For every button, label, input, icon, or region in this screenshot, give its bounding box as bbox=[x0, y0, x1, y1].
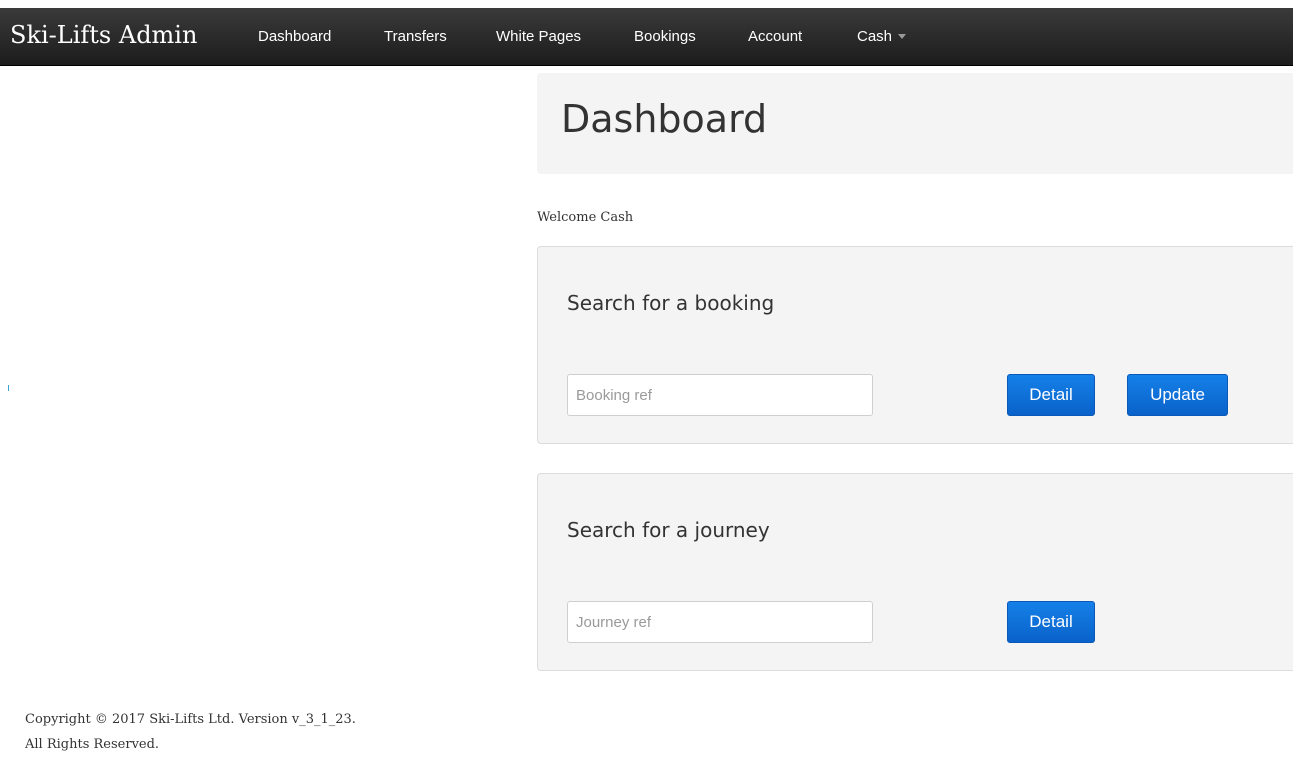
user-menu-dropdown[interactable]: Cash bbox=[857, 28, 907, 45]
page-footer: Copyright © 2017 Ski-Lifts Ltd. Version … bbox=[25, 707, 356, 757]
nav-item-dashboard[interactable]: Dashboard bbox=[258, 28, 331, 45]
booking-search-panel: Search for a booking Detail Update bbox=[537, 246, 1293, 444]
booking-update-button[interactable]: Update bbox=[1127, 374, 1228, 416]
page-header: Dashboard bbox=[537, 73, 1293, 174]
caret-down-icon bbox=[898, 33, 907, 39]
nav-item-bookings[interactable]: Bookings bbox=[634, 28, 696, 45]
journey-ref-input[interactable] bbox=[567, 601, 873, 643]
copyright-text: Copyright © 2017 Ski-Lifts Ltd. Version … bbox=[25, 712, 356, 727]
welcome-message: Welcome Cash bbox=[537, 210, 634, 225]
nav-item-transfers[interactable]: Transfers bbox=[384, 28, 447, 45]
journey-search-panel: Search for a journey Detail bbox=[537, 473, 1293, 671]
page-title: Dashboard bbox=[561, 97, 768, 141]
edge-marker bbox=[8, 385, 9, 391]
booking-ref-input[interactable] bbox=[567, 374, 873, 416]
user-menu-label: Cash bbox=[857, 28, 893, 45]
rights-text: All Rights Reserved. bbox=[25, 737, 160, 752]
journey-detail-button[interactable]: Detail bbox=[1007, 601, 1095, 643]
booking-detail-button[interactable]: Detail bbox=[1007, 374, 1095, 416]
brand-logo-link[interactable]: Ski-Lifts Admin bbox=[10, 21, 197, 49]
top-navbar: Ski-Lifts Admin Dashboard Transfers Whit… bbox=[0, 8, 1293, 66]
nav-item-account[interactable]: Account bbox=[748, 28, 802, 45]
journey-search-title: Search for a journey bbox=[567, 518, 770, 542]
nav-item-white-pages[interactable]: White Pages bbox=[496, 28, 581, 45]
booking-search-title: Search for a booking bbox=[567, 291, 775, 315]
